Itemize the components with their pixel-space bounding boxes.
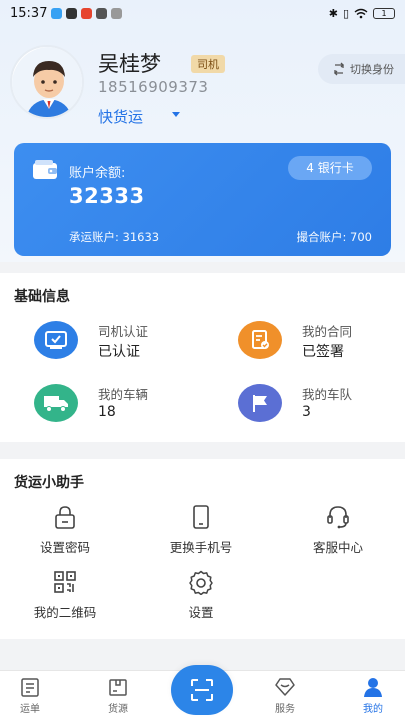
tab-service[interactable]: 服务 <box>255 676 315 715</box>
tool-label: 客服中心 <box>312 540 363 555</box>
switch-identity-label: 切换身份 <box>350 63 394 76</box>
tab-label: 我的 <box>363 704 383 715</box>
contract-icon <box>238 321 282 359</box>
bluetooth-icon: ✱ <box>328 6 338 20</box>
vibrate-icon: ▯ <box>342 6 349 20</box>
notification-app-icon <box>66 7 78 19</box>
info-value: 已认证 <box>98 344 140 360</box>
balance-amount: 32333 <box>69 184 145 208</box>
waybill-icon <box>21 678 39 697</box>
tool-label: 设置 <box>188 605 214 620</box>
info-label: 我的合同 <box>302 324 353 339</box>
notification-app-icon <box>111 7 123 19</box>
chevron-down-icon[interactable] <box>172 112 180 117</box>
tab-label: 运单 <box>20 704 40 715</box>
notification-app-icon <box>96 7 108 19</box>
wifi-icon <box>354 8 368 18</box>
avatar[interactable] <box>10 45 84 119</box>
tab-cargo[interactable]: 货源 <box>88 676 148 715</box>
id-card-icon <box>34 321 78 359</box>
my-fleet-item[interactable]: 我的车队 3 <box>238 384 405 428</box>
bank-card-button[interactable]: 4 银行卡 <box>288 156 372 180</box>
notification-app-icon <box>51 7 63 19</box>
tool-label: 我的二维码 <box>33 605 97 620</box>
lock-icon <box>55 506 75 529</box>
basic-info-section: 基础信息 司机认证 已认证 我的合同 已签署 我的车辆 18 我的车队 3 <box>0 273 405 442</box>
battery-icon: 1 <box>373 7 395 19</box>
status-time: 15:37 <box>10 5 48 21</box>
match-account: 撮合账户: 700 <box>296 230 372 244</box>
info-label: 司机认证 <box>98 324 149 339</box>
flag-icon <box>238 384 282 422</box>
truck-icon <box>34 384 78 422</box>
tool-label: 更换手机号 <box>169 540 233 555</box>
settings-button[interactable]: 设置 <box>141 569 261 625</box>
my-vehicles-item[interactable]: 我的车辆 18 <box>34 384 204 428</box>
info-label: 我的车辆 <box>98 387 149 402</box>
service-icon <box>275 678 295 696</box>
role-badge: 司机 <box>191 55 225 73</box>
wallet-icon <box>33 160 57 179</box>
tool-label: 设置密码 <box>39 540 90 555</box>
qrcode-icon <box>54 571 76 593</box>
info-value: 3 <box>302 404 311 420</box>
balance-label: 账户余额: <box>69 166 126 181</box>
section-title: 货运小助手 <box>14 475 84 491</box>
info-label: 我的车队 <box>302 387 353 402</box>
section-title: 基础信息 <box>14 289 70 305</box>
info-value: 18 <box>98 404 116 420</box>
phone-number: 18516909373 <box>98 78 209 96</box>
headset-icon <box>327 506 349 529</box>
set-password-button[interactable]: 设置密码 <box>5 504 125 560</box>
profile-icon <box>364 678 382 697</box>
cargo-icon <box>109 679 127 696</box>
status-bar: 15:37 ✱ ▯ 1 <box>0 0 405 26</box>
tab-label: 货源 <box>108 704 128 715</box>
company-selector[interactable]: 快货运 <box>98 106 143 127</box>
contract-item[interactable]: 我的合同 已签署 <box>238 321 405 365</box>
tab-label: 服务 <box>275 704 295 715</box>
driver-certification-item[interactable]: 司机认证 已认证 <box>34 321 204 365</box>
customer-service-button[interactable]: 客服中心 <box>278 504 398 560</box>
my-qrcode-button[interactable]: 我的二维码 <box>5 569 125 625</box>
freight-assistant-section: 货运小助手 设置密码 更换手机号 客服中心 我的二维码 设置 <box>0 459 405 639</box>
scan-icon <box>191 679 213 701</box>
carrier-account: 承运账户: 31633 <box>69 230 160 244</box>
account-balance-card[interactable]: 账户余额: 32333 4 银行卡 承运账户: 31633 撮合账户: 700 <box>14 143 391 256</box>
tab-waybill[interactable]: 运单 <box>0 676 60 715</box>
phone-icon <box>193 505 209 529</box>
change-phone-button[interactable]: 更换手机号 <box>141 504 261 560</box>
switch-identity-button[interactable]: 切换身份 <box>318 54 405 84</box>
user-name: 吴桂梦 <box>98 52 161 76</box>
scan-button[interactable] <box>171 665 233 715</box>
gear-icon <box>189 570 213 595</box>
tab-mine[interactable]: 我的 <box>343 676 403 715</box>
switch-icon <box>334 62 344 76</box>
info-value: 已签署 <box>302 344 344 360</box>
notification-app-icon <box>81 7 93 19</box>
